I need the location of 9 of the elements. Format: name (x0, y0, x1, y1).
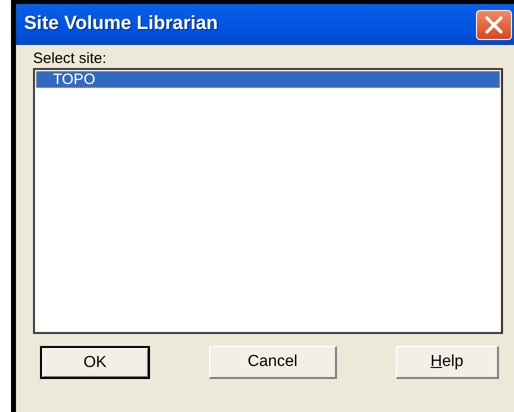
close-icon (484, 16, 504, 34)
dialog-button[interactable]: Cancel (209, 346, 337, 379)
window-title: Site Volume Librarian (24, 12, 218, 36)
close-button[interactable] (476, 10, 512, 40)
site-list-item[interactable]: TOPO (36, 71, 500, 88)
dialog-button[interactable]: OK (40, 346, 150, 379)
dialog-button[interactable]: Help (396, 346, 499, 379)
site-list[interactable]: TOPO (33, 68, 503, 334)
list-label: Select site: (33, 50, 108, 68)
